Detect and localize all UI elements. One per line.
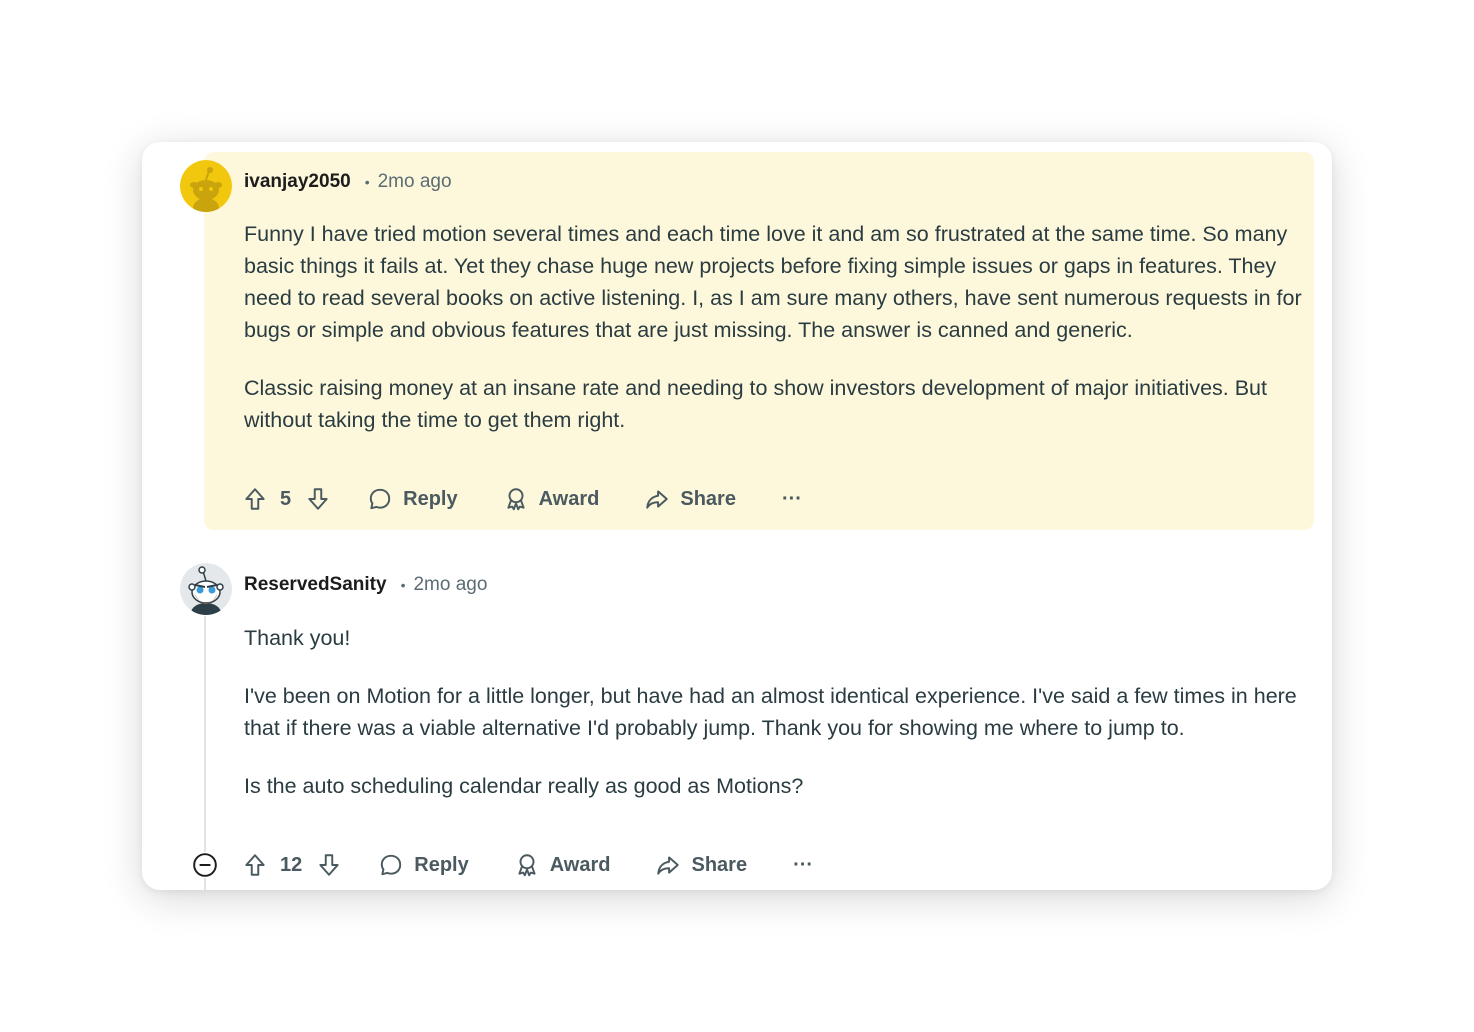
comment-bubble-icon xyxy=(369,488,391,510)
share-label: Share xyxy=(691,853,748,876)
timestamp[interactable]: 2mo ago xyxy=(413,574,487,596)
comment-paragraph: Thank you! xyxy=(244,626,351,650)
downvote-button[interactable] xyxy=(316,852,342,878)
upvote-arrow-icon xyxy=(245,488,265,510)
share-arrow-icon xyxy=(657,856,680,875)
award-label: Award xyxy=(549,853,611,876)
comment-actions: 5 Reply Award Share ··· xyxy=(242,479,802,519)
comment-paragraph: Is the auto scheduling calendar really a… xyxy=(244,774,804,798)
share-arrow-icon xyxy=(646,490,669,509)
reply-button[interactable]: Reply xyxy=(367,486,458,512)
reply-label: Reply xyxy=(414,853,469,876)
comment-meta: ReservedSanity • 2mo ago xyxy=(244,574,487,596)
share-button[interactable]: Share xyxy=(655,852,747,878)
username[interactable]: ivanjay2050 xyxy=(244,171,351,193)
upvote-button[interactable] xyxy=(242,486,268,512)
more-options-icon: ··· xyxy=(793,853,814,876)
user-avatar[interactable] xyxy=(180,563,232,615)
downvote-arrow-icon xyxy=(308,488,328,510)
reply-button[interactable]: Reply xyxy=(378,852,469,878)
comment-body: Thank you! I've been on Motion for a lit… xyxy=(244,622,1304,802)
comment-meta: ivanjay2050 • 2mo ago xyxy=(244,171,452,193)
comment-bubble-icon xyxy=(381,854,402,876)
user-avatar[interactable] xyxy=(180,160,232,212)
comment-paragraph: Classic raising money at an insane rate … xyxy=(244,376,1267,432)
upvote-button[interactable] xyxy=(242,852,268,878)
award-button[interactable]: Award xyxy=(503,486,600,512)
downvote-button[interactable] xyxy=(305,486,331,512)
more-options-icon: ··· xyxy=(781,487,802,510)
timestamp[interactable]: 2mo ago xyxy=(378,171,452,193)
username[interactable]: ReservedSanity xyxy=(244,574,387,596)
upvote-arrow-icon xyxy=(245,854,265,876)
award-label: Award xyxy=(538,487,600,510)
comment-paragraph: Funny I have tried motion several times … xyxy=(244,222,1302,342)
snoo-avatar-icon xyxy=(180,563,232,615)
meta-separator: • xyxy=(364,174,370,190)
comment-body: Funny I have tried motion several times … xyxy=(244,218,1304,436)
share-button[interactable]: Share xyxy=(644,486,736,512)
vote-count: 12 xyxy=(280,853,303,876)
collapse-minus-icon xyxy=(193,853,217,877)
vote-count: 5 xyxy=(280,487,292,510)
meta-separator: • xyxy=(400,577,406,593)
collapse-thread-button[interactable] xyxy=(192,852,218,878)
comment-actions: 12 Reply Award Share ··· xyxy=(242,845,813,885)
award-button[interactable]: Award xyxy=(514,852,611,878)
comment-paragraph: I've been on Motion for a little longer,… xyxy=(244,684,1297,740)
thread-line[interactable] xyxy=(204,616,206,890)
award-ribbon-icon xyxy=(507,488,525,511)
more-options-button[interactable]: ··· xyxy=(782,488,802,511)
downvote-arrow-icon xyxy=(319,854,339,876)
reply-label: Reply xyxy=(403,487,458,510)
comment-thread-card: ivanjay2050 • 2mo ago Funny I have tried… xyxy=(142,142,1332,890)
more-options-button[interactable]: ··· xyxy=(793,854,813,877)
award-ribbon-icon xyxy=(518,854,536,877)
share-label: Share xyxy=(680,487,736,510)
snoo-avatar-icon xyxy=(180,160,232,212)
